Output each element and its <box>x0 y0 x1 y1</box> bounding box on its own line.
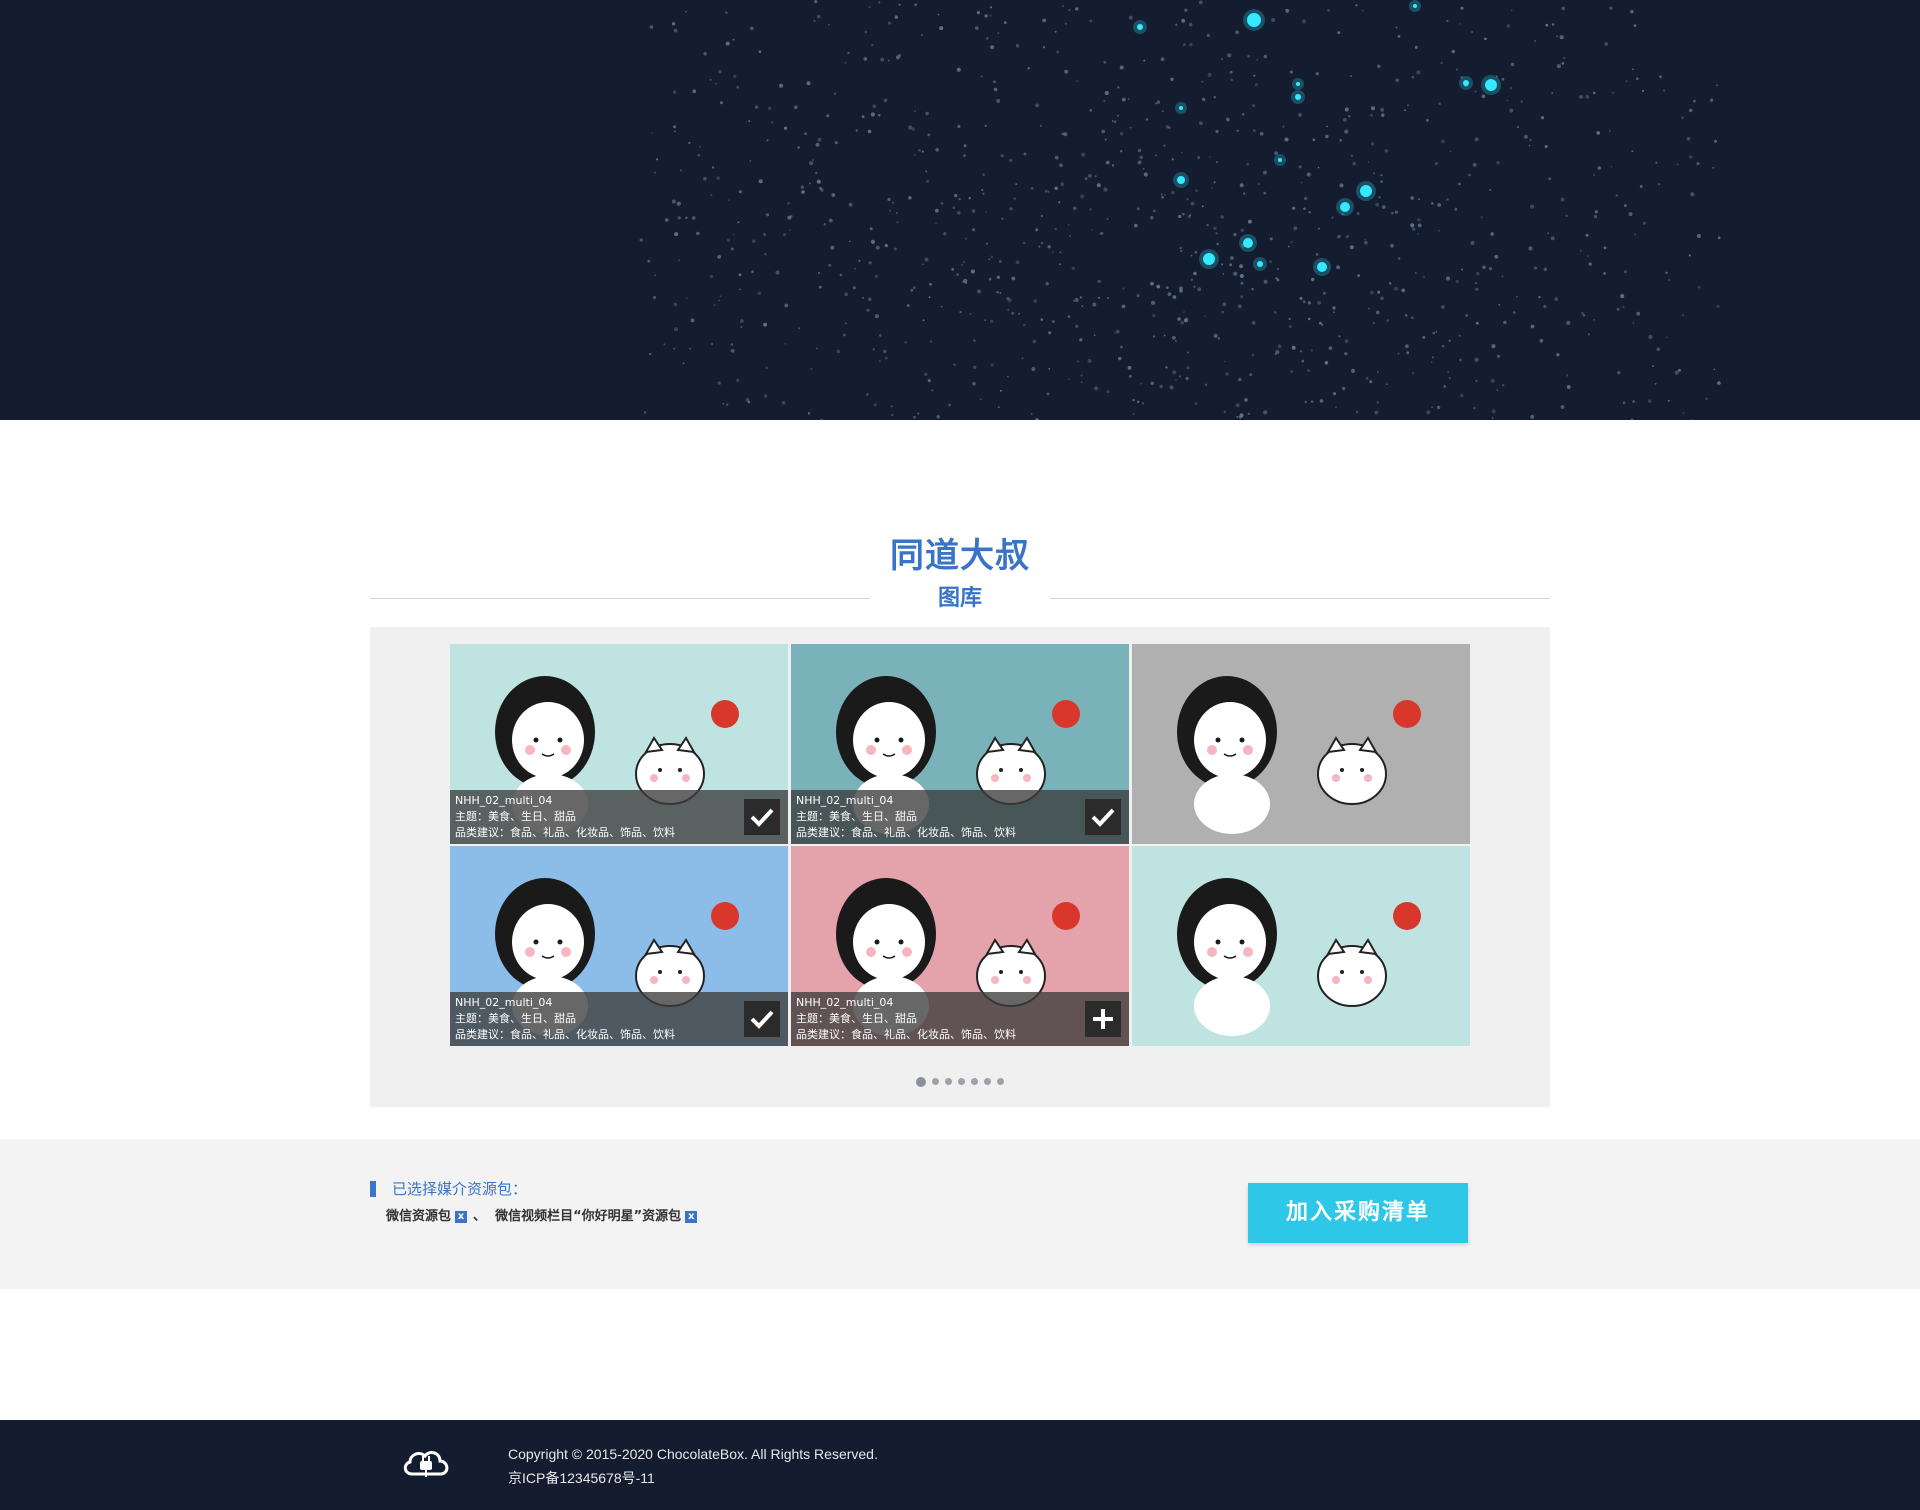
pagination-dot[interactable] <box>958 1078 965 1085</box>
gallery-tile[interactable] <box>1132 846 1470 1046</box>
tile-theme: 主题：美食、生日、甜品 <box>455 810 576 823</box>
pagination-dot[interactable] <box>971 1078 978 1085</box>
tile-add-toggle[interactable] <box>1085 1001 1121 1037</box>
cloud-plug-logo-icon <box>403 1451 449 1477</box>
pagination-dot[interactable] <box>932 1078 939 1085</box>
tile-selected-toggle[interactable] <box>1085 799 1121 835</box>
tile-selected-toggle[interactable] <box>744 799 780 835</box>
gallery-subtitle: 图库 <box>937 586 982 611</box>
add-to-purchase-list-button[interactable]: 加入采购清单 <box>1248 1183 1468 1243</box>
tile-category-suggestion: 品类建议：食品、礼品、化妆品、饰品、饮料 <box>455 1028 675 1041</box>
tile-filename: NHH_02_multi_04 <box>455 794 553 807</box>
tile-caption: NHH_02_multi_04 主题：美食、生日、甜品 品类建议：食品、礼品、化… <box>791 790 1129 844</box>
gallery-tile[interactable]: NHH_02_multi_04 主题：美食、生日、甜品 品类建议：食品、礼品、化… <box>791 846 1129 1046</box>
tile-category-suggestion: 品类建议：食品、礼品、化妆品、饰品、饮料 <box>455 826 675 839</box>
illustration-image <box>1177 878 1421 1036</box>
hero-banner <box>0 0 1920 420</box>
footer: Copyright © 2015-2020 ChocolateBox. All … <box>0 1420 1920 1510</box>
tile-caption: NHH_02_multi_04 主题：美食、生日、甜品 品类建议：食品、礼品、化… <box>450 790 788 844</box>
gallery-header: 同道大叔 图库 <box>370 528 1550 628</box>
check-icon <box>750 808 774 827</box>
remove-item-icon[interactable]: x <box>455 1210 468 1223</box>
check-icon <box>1091 808 1115 827</box>
selection-label: 已选择媒介资源包： <box>370 1181 527 1197</box>
gallery-tile[interactable] <box>1132 644 1470 844</box>
gallery-tile[interactable]: NHH_02_multi_04 主题：美食、生日、甜品 品类建议：食品、礼品、化… <box>450 644 788 844</box>
gallery-tile[interactable]: NHH_02_multi_04 主题：美食、生日、甜品 品类建议：食品、礼品、化… <box>450 846 788 1046</box>
footer-text: Copyright © 2015-2020 ChocolateBox. All … <box>508 1442 878 1490</box>
selected-packages: 微信资源包 x、 微信视频栏目“你好明星”资源包 x <box>386 1207 703 1227</box>
selected-item: 微信资源包 <box>386 1209 452 1224</box>
illustration-image <box>1177 676 1421 834</box>
tile-filename: NHH_02_multi_04 <box>455 996 553 1009</box>
remove-item-icon[interactable]: x <box>685 1210 698 1223</box>
gallery-tile[interactable]: NHH_02_multi_04 主题：美食、生日、甜品 品类建议：食品、礼品、化… <box>791 644 1129 844</box>
tile-selected-toggle[interactable] <box>744 1001 780 1037</box>
tile-theme: 主题：美食、生日、甜品 <box>455 1012 576 1025</box>
tile-category-suggestion: 品类建议：食品、礼品、化妆品、饰品、饮料 <box>796 826 1016 839</box>
copyright-text: Copyright © 2015-2020 ChocolateBox. All … <box>508 1446 878 1462</box>
check-icon <box>750 1010 774 1029</box>
tile-theme: 主题：美食、生日、甜品 <box>796 810 917 823</box>
icp-license-text: 京ICP备12345678号-11 <box>508 1470 655 1486</box>
pagination-dot[interactable] <box>945 1078 952 1085</box>
carousel-pagination <box>370 1071 1550 1087</box>
tile-caption: NHH_02_multi_04 主题：美食、生日、甜品 品类建议：食品、礼品、化… <box>791 992 1129 1046</box>
pagination-dot[interactable] <box>984 1078 991 1085</box>
pagination-dot[interactable] <box>916 1076 926 1087</box>
tile-theme: 主题：美食、生日、甜品 <box>796 1012 917 1025</box>
pagination-dot[interactable] <box>997 1078 1004 1085</box>
selection-bar: 已选择媒介资源包： 微信资源包 x、 微信视频栏目“你好明星”资源包 x 加入采购清… <box>0 1139 1920 1289</box>
selected-item: 微信视频栏目“你好明星”资源包 <box>495 1209 682 1224</box>
separator: 、 <box>473 1209 487 1224</box>
gallery-title: 同道大叔 <box>890 536 1030 576</box>
plus-icon <box>1093 1009 1113 1029</box>
particle-globe-graphic <box>639 0 1721 420</box>
tile-caption: NHH_02_multi_04 主题：美食、生日、甜品 品类建议：食品、礼品、化… <box>450 992 788 1046</box>
tile-filename: NHH_02_multi_04 <box>796 996 894 1009</box>
tile-filename: NHH_02_multi_04 <box>796 794 894 807</box>
gallery-carousel: NHH_02_multi_04 主题：美食、生日、甜品 品类建议：食品、礼品、化… <box>370 627 1550 1107</box>
tile-category-suggestion: 品类建议：食品、礼品、化妆品、饰品、饮料 <box>796 1028 1016 1041</box>
